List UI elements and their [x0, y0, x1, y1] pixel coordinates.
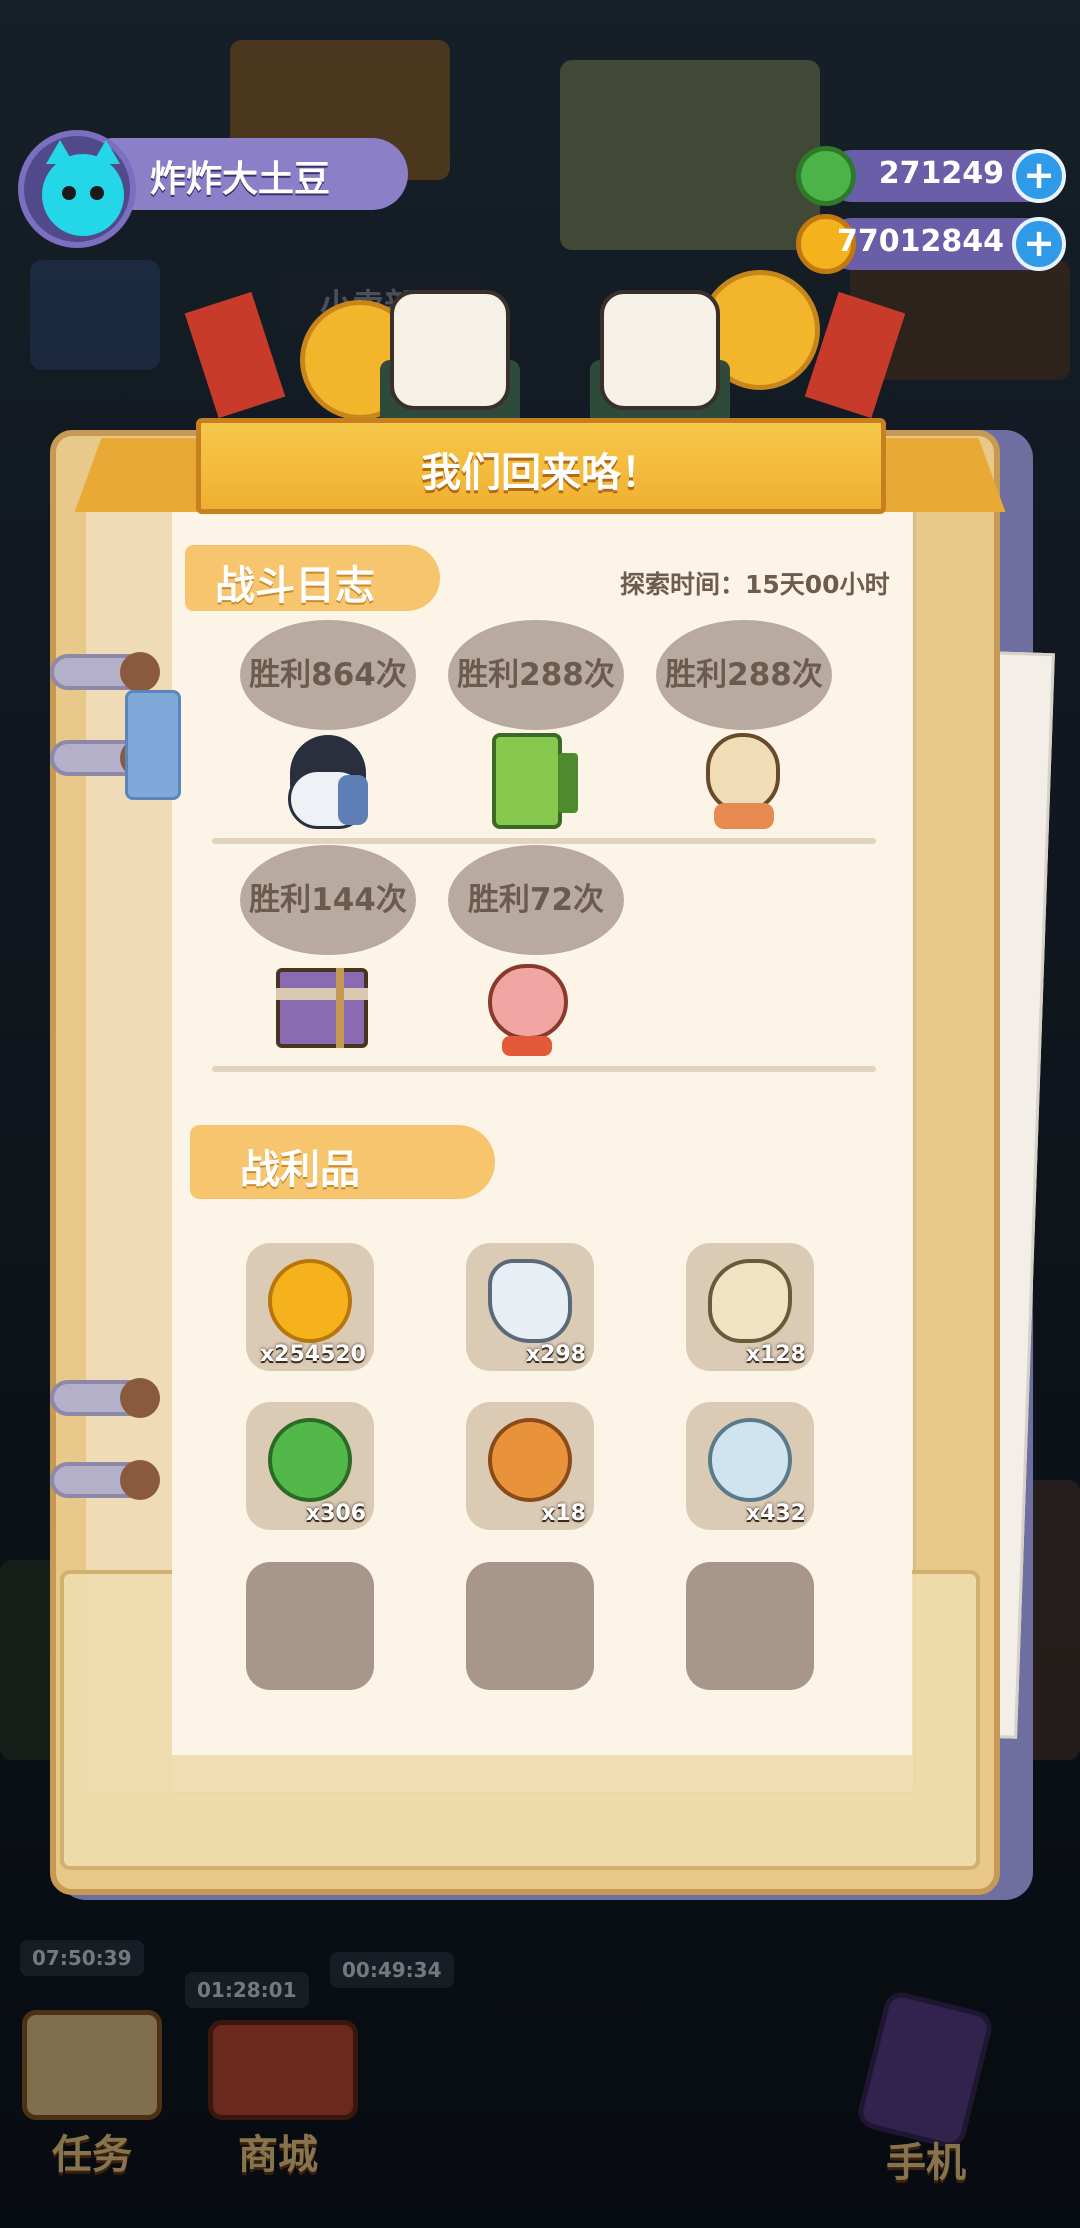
wooden-crate-creature-icon	[276, 958, 368, 1058]
gold-coin-icon	[268, 1259, 352, 1343]
bone-icon	[488, 1259, 572, 1343]
cat-avatar-icon	[42, 140, 124, 236]
victory-bubble: 胜利864次	[240, 620, 416, 730]
empty-loot-slot	[466, 1562, 594, 1690]
explore-time: 探索时间：15天00小时	[620, 570, 890, 599]
loot-slot[interactable]: x254520	[246, 1243, 374, 1371]
player-profile[interactable]: 炸炸大土豆	[18, 130, 408, 248]
victory-bubble: 胜利144次	[240, 845, 416, 955]
cat-drummer-icon	[600, 290, 720, 410]
green-gem-icon	[268, 1418, 352, 1502]
green-bamboo-box-icon	[492, 733, 584, 833]
gem-currency: 271249 +	[796, 146, 1066, 206]
green-gem-icon	[796, 146, 856, 206]
add-gem-button[interactable]: +	[1012, 149, 1066, 203]
loot-label: 战利品	[240, 1147, 360, 1193]
shelf-line	[212, 1066, 876, 1072]
binder-ring	[50, 1378, 160, 1418]
empty-loot-slot	[686, 1562, 814, 1690]
dialog-title: 我们回来咯！	[421, 450, 661, 496]
player-name: 炸炸大土豆	[150, 159, 331, 200]
loot-slot[interactable]: x432	[686, 1402, 814, 1530]
add-coin-button[interactable]: +	[1012, 217, 1066, 271]
penguin-bird-icon	[282, 735, 374, 835]
pink-radish-creature-icon	[482, 958, 574, 1058]
coin-value: 77012844	[837, 224, 1004, 259]
avatar-eye	[62, 186, 76, 200]
pistachio-icon	[708, 1259, 792, 1343]
avatar-ear	[92, 140, 120, 164]
victory-bubble: 胜利72次	[448, 845, 624, 955]
avatar[interactable]	[18, 130, 136, 248]
loot-slot[interactable]: x18	[466, 1402, 594, 1530]
gem-value: 271249	[878, 156, 1004, 191]
cat-drummer-icon	[390, 290, 510, 410]
avatar-ear	[46, 140, 74, 164]
peanut-creature-icon	[700, 733, 792, 833]
battle-log-label: 战斗日志	[215, 563, 375, 609]
coin-currency: 77012844 +	[796, 214, 1066, 274]
loot-qty: x298	[525, 1342, 586, 1367]
paper-clip-icon	[125, 690, 181, 800]
victory-bubble: 胜利288次	[656, 620, 832, 730]
loot-qty: x254520	[259, 1342, 366, 1367]
victory-bubble: 胜利288次	[448, 620, 624, 730]
binder-ring	[50, 652, 160, 692]
loot-qty: x128	[745, 1342, 806, 1367]
loot-qty: x18	[541, 1501, 586, 1526]
loot-qty: x306	[305, 1501, 366, 1526]
shelf-line	[212, 838, 876, 844]
pearl-icon	[708, 1418, 792, 1502]
loot-qty: x432	[745, 1501, 806, 1526]
loot-slot[interactable]: x306	[246, 1402, 374, 1530]
avatar-eye	[90, 186, 104, 200]
binder-ring	[50, 1460, 160, 1500]
loot-slot[interactable]: x128	[686, 1243, 814, 1371]
loot-slot[interactable]: x298	[466, 1243, 594, 1371]
empty-loot-slot	[246, 1562, 374, 1690]
cookie-icon	[488, 1418, 572, 1502]
